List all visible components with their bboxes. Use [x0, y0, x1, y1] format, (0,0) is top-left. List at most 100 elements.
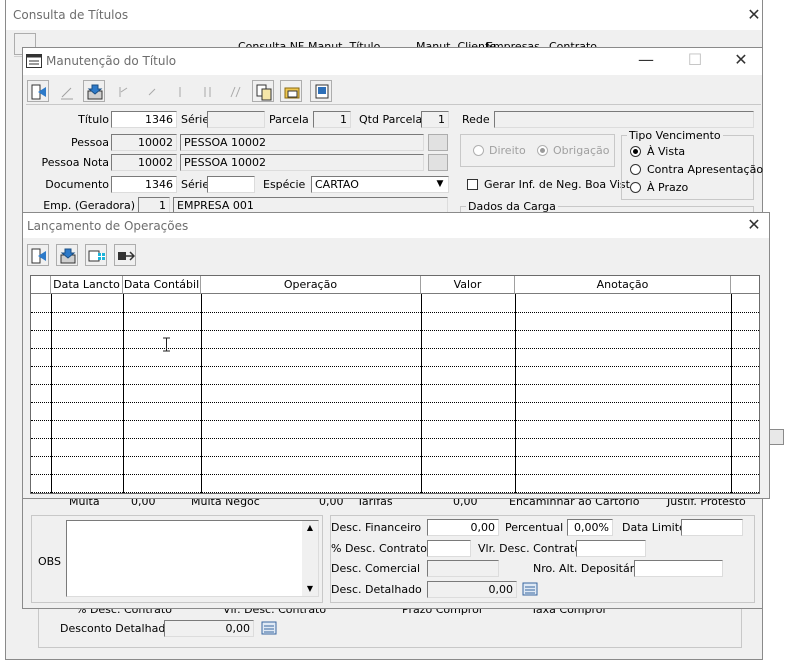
pessoa-nota-code-field[interactable]: 10002 — [111, 154, 177, 171]
gerar-inf-checkbox[interactable] — [467, 179, 478, 190]
transfer-icon[interactable] — [114, 244, 136, 266]
close-icon[interactable]: ✕ — [744, 5, 764, 25]
grid-icon[interactable] — [768, 429, 784, 445]
maximize-icon[interactable]: ☐ — [685, 50, 705, 70]
pessoa-lookup-button[interactable] — [428, 134, 448, 151]
obs-textarea[interactable] — [66, 520, 319, 597]
table-cell[interactable] — [54, 404, 120, 418]
table-row[interactable] — [31, 366, 759, 384]
operacoes-grid[interactable]: Data Lancto Data Contábil Operação Valor… — [30, 275, 760, 494]
percentual-field[interactable]: 0,00% — [567, 519, 613, 536]
grid-header-valor[interactable]: Valor — [421, 276, 515, 294]
table-row[interactable] — [31, 312, 759, 330]
table-cell[interactable] — [126, 440, 198, 454]
nro-alt-depositario-field[interactable] — [634, 560, 723, 577]
table-cell[interactable] — [204, 368, 418, 382]
table-cell[interactable] — [424, 440, 512, 454]
vlr-desc-contrato-field[interactable] — [576, 540, 646, 557]
table-cell[interactable] — [518, 386, 728, 400]
pessoa-name-field[interactable]: PESSOA 10002 — [180, 134, 424, 151]
prev-record-icon[interactable] — [140, 80, 162, 102]
first-record-icon[interactable] — [112, 80, 134, 102]
table-cell[interactable] — [34, 440, 48, 454]
table-cell[interactable] — [734, 386, 758, 400]
table-cell[interactable] — [424, 296, 512, 310]
table-cell[interactable] — [34, 296, 48, 310]
table-cell[interactable] — [518, 350, 728, 364]
table-cell[interactable] — [518, 422, 728, 436]
table-cell[interactable] — [204, 440, 418, 454]
table-cell[interactable] — [734, 350, 758, 364]
table-cell[interactable] — [204, 332, 418, 346]
table-cell[interactable] — [204, 404, 418, 418]
table-cell[interactable] — [734, 296, 758, 310]
print-preview-icon[interactable] — [310, 80, 332, 102]
table-cell[interactable] — [54, 476, 120, 490]
table-cell[interactable] — [518, 332, 728, 346]
calculator-icon[interactable] — [522, 582, 538, 596]
chevron-down-icon[interactable]: ▼ — [302, 582, 318, 596]
table-cell[interactable] — [734, 404, 758, 418]
table-cell[interactable] — [34, 458, 48, 472]
obrigacao-radio[interactable] — [537, 145, 548, 156]
table-cell[interactable] — [424, 422, 512, 436]
table-cell[interactable] — [126, 386, 198, 400]
table-cell[interactable] — [204, 386, 418, 400]
qtd-parcela-field[interactable]: 1 — [421, 111, 449, 128]
manut-titlebar[interactable]: Manutenção do Título — ☐ ✕ — [23, 48, 762, 75]
table-cell[interactable] — [424, 386, 512, 400]
a-prazo-radio[interactable] — [630, 182, 641, 193]
table-cell[interactable] — [54, 332, 120, 346]
table-row[interactable] — [31, 402, 759, 420]
table-row[interactable] — [31, 294, 759, 312]
table-cell[interactable] — [424, 368, 512, 382]
table-cell[interactable] — [518, 296, 728, 310]
table-cell[interactable] — [34, 368, 48, 382]
table-cell[interactable] — [424, 458, 512, 472]
table-cell[interactable] — [518, 440, 728, 454]
table-cell[interactable] — [734, 368, 758, 382]
table-cell[interactable] — [54, 440, 120, 454]
table-cell[interactable] — [204, 476, 418, 490]
pessoa-nota-lookup-button[interactable] — [428, 154, 448, 171]
desc-comercial-field[interactable] — [427, 560, 499, 577]
table-cell[interactable] — [126, 422, 198, 436]
table-cell[interactable] — [518, 404, 728, 418]
table-cell[interactable] — [204, 458, 418, 472]
table-row[interactable] — [31, 348, 759, 366]
grid-header-data-lancto[interactable]: Data Lancto — [51, 276, 123, 294]
minimize-icon[interactable]: — — [636, 50, 656, 70]
desc-detalhado-field[interactable]: 0,00 — [427, 581, 517, 598]
save-icon[interactable] — [83, 80, 105, 102]
save-icon[interactable] — [56, 244, 78, 266]
table-cell[interactable] — [126, 296, 198, 310]
consulta-desconto-detalhado-field[interactable]: 0,00 — [164, 620, 254, 637]
grid-header-operacao[interactable]: Operação — [201, 276, 421, 294]
table-row[interactable] — [31, 474, 759, 492]
pessoa-code-field[interactable]: 10002 — [111, 134, 177, 151]
grid-header-anotacao[interactable]: Anotação — [515, 276, 731, 294]
table-row[interactable] — [31, 438, 759, 456]
table-cell[interactable] — [518, 476, 728, 490]
table-cell[interactable] — [734, 332, 758, 346]
chevron-down-icon[interactable]: ▼ — [432, 177, 448, 192]
direito-radio[interactable] — [473, 145, 484, 156]
table-cell[interactable] — [424, 332, 512, 346]
table-cell[interactable] — [204, 296, 418, 310]
table-cell[interactable] — [54, 458, 120, 472]
serie-field[interactable] — [207, 111, 265, 128]
table-cell[interactable] — [734, 314, 758, 328]
chevron-up-icon[interactable]: ▲ — [302, 521, 318, 535]
table-cell[interactable] — [34, 422, 48, 436]
serie2-field[interactable] — [207, 176, 255, 193]
scrollbar[interactable]: ▲ ▼ — [302, 521, 318, 596]
table-cell[interactable] — [54, 314, 120, 328]
especie-select[interactable]: CARTAO — [311, 176, 449, 193]
table-cell[interactable] — [34, 350, 48, 364]
filter-icon[interactable] — [224, 80, 246, 102]
table-cell[interactable] — [34, 386, 48, 400]
table-cell[interactable] — [424, 314, 512, 328]
copy-icon[interactable] — [252, 80, 274, 102]
lancamento-titlebar[interactable]: Lançamento de Operações ✕ — [23, 213, 769, 238]
data-limite-field[interactable] — [681, 519, 743, 536]
